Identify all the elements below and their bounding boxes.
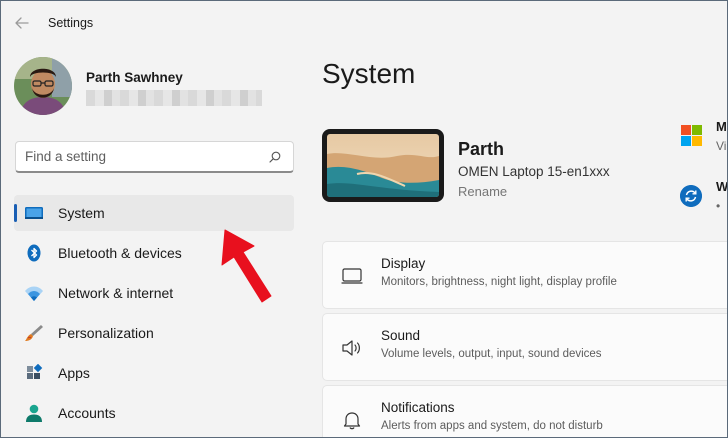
nav-label: Network & internet [58,285,174,301]
selection-indicator [14,204,17,222]
nav-label: Apps [58,365,90,381]
card-title: Sound [381,328,421,343]
speaker-icon [342,340,360,356]
person-icon [26,404,42,422]
search-icon[interactable] [269,151,281,163]
wifi-icon [25,286,43,301]
device-model: OMEN Laptop 15-en1xxx [458,164,610,179]
apps-icon [27,364,43,379]
card-sound[interactable]: Sound Volume levels, output, input, soun… [322,313,728,381]
card-title: Display [381,256,426,271]
card-title: Notifications [381,400,455,415]
back-button[interactable] [13,14,31,32]
title-bar: Settings [0,0,728,46]
wallpaper-image [327,134,439,197]
nav-label: System [58,205,105,221]
page-title: System [322,58,416,89]
nav-item-apps[interactable]: Apps [14,355,294,391]
brush-icon [25,325,43,341]
bell-icon [343,412,361,430]
nav-label: Bluetooth & devices [58,245,182,261]
device-name: Parth [458,139,505,159]
search-input[interactable] [25,149,255,164]
annotation-arrow [221,229,272,303]
card-subtitle: Alerts from apps and system, do not dist… [381,420,603,432]
back-arrow-icon [15,17,29,29]
nav-item-accounts[interactable]: Accounts [14,395,294,431]
windows-update-icon[interactable] [680,185,702,207]
bluetooth-icon [27,244,41,262]
nav-label: Accounts [58,405,116,421]
card-subtitle: Volume levels, output, input, sound devi… [381,348,602,360]
system-icon [25,207,43,219]
rename-link[interactable]: Rename [458,184,507,199]
profile-email-redacted [86,90,262,106]
card-notifications[interactable]: Notifications Alerts from apps and syste… [322,385,728,438]
search-box[interactable] [15,141,294,173]
nav-label: Personalization [58,325,154,341]
app-title: Settings [48,16,94,30]
nav-item-personalization[interactable]: Personalization [14,315,294,351]
avatar[interactable] [14,57,72,115]
display-icon [341,268,363,284]
profile-name: Parth Sawhney [86,70,183,85]
status-subtitle: Vi [716,139,727,153]
card-subtitle: Monitors, brightness, night light, displ… [381,276,617,288]
status-subtitle: • [716,199,721,213]
device-thumbnail [322,129,444,202]
status-title[interactable]: W [716,179,728,194]
card-display[interactable]: Display Monitors, brightness, night ligh… [322,241,728,309]
microsoft-365-icon[interactable] [681,125,702,146]
status-title[interactable]: M [716,119,727,134]
